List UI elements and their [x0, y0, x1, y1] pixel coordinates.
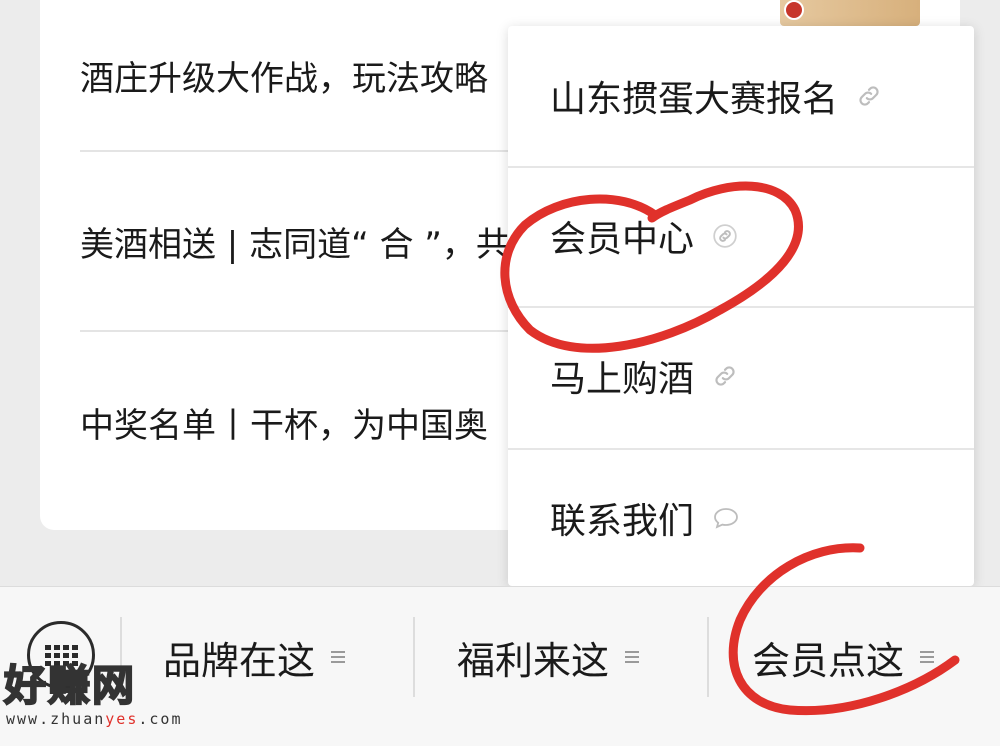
chat-bubble-icon: [712, 506, 740, 530]
menu-item-buy-wine[interactable]: 马上购酒: [508, 306, 974, 446]
menu-item-tournament-signup[interactable]: 山东掼蛋大赛报名: [508, 26, 974, 166]
menu-item-label: 会员中心: [550, 219, 695, 260]
tab-label: 福利来这: [457, 638, 610, 683]
brand-seal-icon: [784, 0, 804, 20]
tab-member[interactable]: 会员点这: [752, 627, 935, 687]
article-title: 美酒相送 | 志同道“ 合 ”，共: [80, 224, 510, 265]
article-title: 中奖名单丨干杯，为中国奥: [80, 405, 488, 446]
watermark-name: 好赚网: [3, 660, 137, 711]
tab-benefits[interactable]: 福利来这: [457, 627, 640, 687]
article-item[interactable]: 美酒相送 | 志同道“ 合 ”，共: [80, 152, 540, 330]
submenu-popup: 山东掼蛋大赛报名 会员中心 马上购酒 联系我们: [508, 26, 974, 586]
menu-item-label: 联系我们: [550, 501, 695, 542]
menu-item-contact-us[interactable]: 联系我们: [508, 448, 974, 588]
link-icon: [856, 83, 882, 109]
watermark-logo: 好赚网 www.zhuanyes.com: [3, 652, 194, 736]
article-item[interactable]: 中奖名单丨干杯，为中国奥: [80, 332, 540, 512]
menu-item-label: 马上购酒: [550, 359, 695, 400]
watermark-url: www.zhuanyes.com: [6, 710, 183, 728]
article-title: 酒庄升级大作战，玩法攻略: [80, 58, 488, 99]
tab-divider: [413, 617, 415, 697]
menu-lines-icon: [625, 651, 640, 663]
tab-label: 会员点这: [752, 638, 905, 683]
menu-item-label: 山东掼蛋大赛报名: [550, 79, 839, 120]
link-icon: [712, 363, 738, 389]
menu-item-member-center[interactable]: 会员中心: [508, 166, 974, 306]
tab-divider: [707, 617, 709, 697]
link-icon: [712, 223, 738, 249]
article-item[interactable]: 酒庄升级大作战，玩法攻略: [80, 0, 540, 150]
article-thumbnail[interactable]: [780, 0, 920, 26]
menu-lines-icon: [331, 651, 346, 663]
menu-lines-icon: [920, 651, 935, 663]
